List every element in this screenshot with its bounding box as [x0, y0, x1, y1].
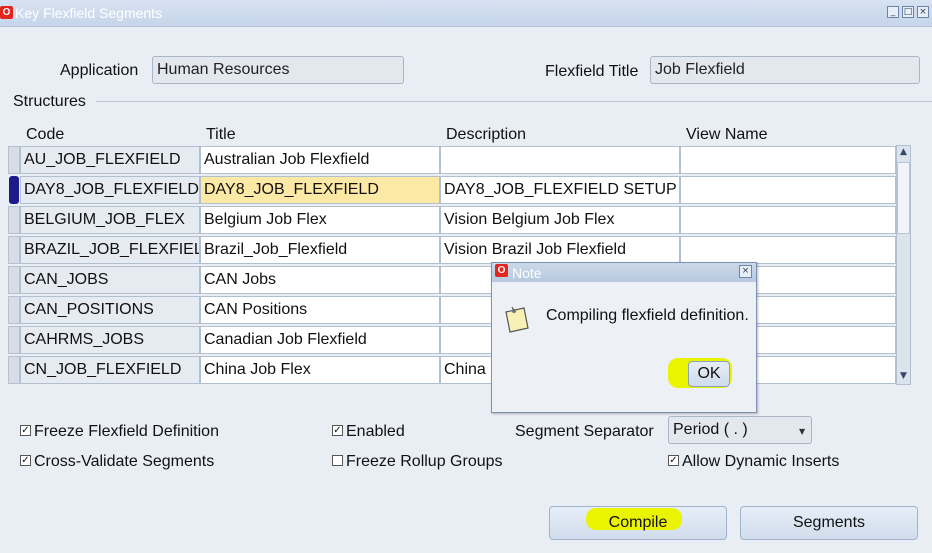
- table-cell-view-name[interactable]: [680, 146, 896, 174]
- oracle-app-icon: O: [0, 6, 13, 19]
- segment-separator-select[interactable]: Period ( . ): [668, 416, 812, 444]
- table-cell-title[interactable]: Canadian Job Flexfield: [200, 326, 440, 354]
- row-selector[interactable]: [8, 296, 20, 324]
- row-selector[interactable]: [8, 146, 20, 174]
- chevron-down-icon[interactable]: ▼: [799, 427, 805, 436]
- table-cell-view-name[interactable]: [680, 236, 896, 264]
- freeze-definition-label: Freeze Flexfield Definition: [34, 423, 219, 440]
- column-header-description: Description: [446, 126, 527, 143]
- segment-separator-value: Period ( . ): [673, 421, 748, 438]
- table-cell-title[interactable]: China Job Flex: [200, 356, 440, 384]
- window-title: Key Flexfield Segments: [15, 5, 163, 21]
- column-header-view-name: View Name: [686, 126, 768, 143]
- table-cell-code[interactable]: CAHRMS_JOBS: [20, 326, 200, 354]
- column-header-code: Code: [26, 126, 65, 143]
- dialog-message: Compiling flexfield definition.: [546, 307, 749, 324]
- allow-dynamic-checkbox[interactable]: ✓: [668, 455, 679, 466]
- freeze-definition-checkbox[interactable]: ✓: [20, 425, 31, 436]
- note-icon: [505, 306, 529, 333]
- freeze-rollup-checkbox[interactable]: [332, 455, 343, 466]
- scroll-down-icon[interactable]: ▼: [897, 371, 910, 381]
- row-selector[interactable]: [8, 326, 20, 354]
- table-cell-view-name[interactable]: [680, 176, 896, 204]
- table-cell-description[interactable]: Vision Brazil Job Flexfield: [440, 236, 680, 264]
- segments-button[interactable]: Segments: [740, 506, 918, 540]
- table-cell-code[interactable]: CAN_JOBS: [20, 266, 200, 294]
- close-icon[interactable]: ×: [917, 6, 929, 18]
- row-selector[interactable]: [8, 236, 20, 264]
- table-cell-title[interactable]: Brazil_Job_Flexfield: [200, 236, 440, 264]
- maximize-icon[interactable]: □: [902, 6, 914, 18]
- cross-validate-label: Cross-Validate Segments: [34, 453, 215, 470]
- freeze-rollup-label: Freeze Rollup Groups: [346, 453, 503, 470]
- minimize-icon[interactable]: _: [887, 6, 899, 18]
- scrollbar-thumb[interactable]: [897, 162, 910, 234]
- dialog-title: Note: [512, 265, 542, 281]
- application-field[interactable]: Human Resources: [152, 56, 404, 84]
- scroll-up-icon[interactable]: ▲: [897, 147, 910, 157]
- table-cell-code[interactable]: BRAZIL_JOB_FLEXFIELD: [20, 236, 200, 264]
- application-label: Application: [60, 62, 139, 79]
- enabled-label: Enabled: [346, 423, 405, 440]
- table-cell-title[interactable]: Belgium Job Flex: [200, 206, 440, 234]
- allow-dynamic-label: Allow Dynamic Inserts: [682, 453, 840, 470]
- ok-button-label: OK: [697, 365, 721, 382]
- segment-separator-label: Segment Separator: [515, 423, 654, 440]
- table-cell-title-selected[interactable]: DAY8_JOB_FLEXFIELD: [200, 176, 440, 204]
- table-cell-description[interactable]: [440, 146, 680, 174]
- table-cell-code[interactable]: DAY8_JOB_FLEXFIELD: [20, 176, 200, 204]
- cross-validate-checkbox[interactable]: ✓: [20, 455, 31, 466]
- table-cell-title[interactable]: CAN Positions: [200, 296, 440, 324]
- section-divider: [96, 101, 932, 102]
- flexfield-title-field[interactable]: Job Flexfield: [650, 56, 920, 84]
- table-cell-description[interactable]: Vision Belgium Job Flex: [440, 206, 680, 234]
- table-cell-view-name[interactable]: [680, 206, 896, 234]
- flexfield-title-label: Flexfield Title: [545, 63, 639, 80]
- row-selector[interactable]: [8, 356, 20, 384]
- row-selector[interactable]: [8, 266, 20, 294]
- table-cell-code[interactable]: AU_JOB_FLEXFIELD: [20, 146, 200, 174]
- table-cell-title[interactable]: Australian Job Flexfield: [200, 146, 440, 174]
- table-cell-code[interactable]: BELGIUM_JOB_FLEX: [20, 206, 200, 234]
- column-header-title: Title: [206, 126, 236, 143]
- table-cell-title[interactable]: CAN Jobs: [200, 266, 440, 294]
- structures-heading: Structures: [13, 93, 86, 110]
- note-dialog: [491, 262, 757, 413]
- dialog-close-icon[interactable]: ×: [739, 265, 752, 278]
- row-selector[interactable]: [8, 206, 20, 234]
- table-cell-code[interactable]: CAN_POSITIONS: [20, 296, 200, 324]
- ok-button[interactable]: OK: [688, 361, 730, 387]
- oracle-dialog-icon: O: [495, 264, 508, 277]
- compile-button-label[interactable]: Compile: [549, 514, 727, 532]
- row-selector-active[interactable]: [9, 176, 19, 204]
- table-cell-code[interactable]: CN_JOB_FLEXFIELD: [20, 356, 200, 384]
- table-cell-description[interactable]: DAY8_JOB_FLEXFIELD SETUP: [440, 176, 680, 204]
- enabled-checkbox[interactable]: ✓: [332, 425, 343, 436]
